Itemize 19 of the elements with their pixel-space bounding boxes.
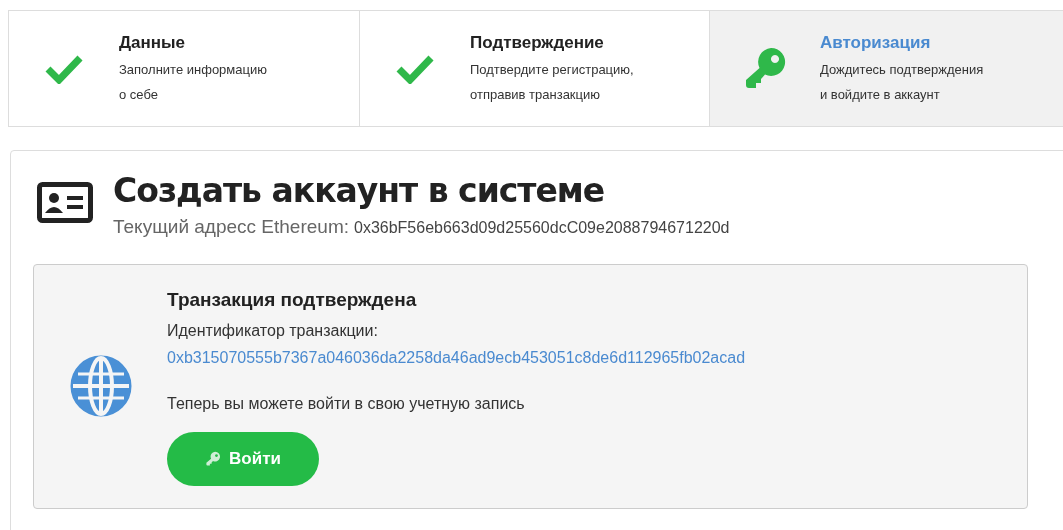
step-description: Подтвердите регистрацию, отправив транзакцию	[470, 61, 634, 105]
transaction-id-label: Идентификатор транзакции:	[167, 320, 379, 341]
checkmark-icon	[396, 53, 434, 84]
notice-title: Транзакция подтверждена	[167, 288, 418, 313]
checkmark-icon	[45, 53, 83, 84]
address-label: Текущий адресс Ethereum:	[113, 215, 349, 239]
globe-icon	[69, 355, 132, 417]
step-description: Заполните информацию о себе	[119, 61, 267, 105]
step-title: Данные	[119, 31, 187, 54]
key-icon	[205, 450, 222, 467]
login-message: Теперь вы можете войти в свою учетную запись	[167, 393, 526, 414]
step-title: Авторизация	[820, 31, 932, 54]
address-value: 0x36bF56eb663d09d25560dcC09e2088794671220d	[354, 218, 730, 238]
id-card-icon	[37, 182, 93, 226]
card-title: Создать аккаунт в системе	[113, 171, 606, 211]
login-button[interactable]: Войти	[167, 431, 319, 486]
step-title: Подтверждение	[470, 31, 605, 54]
step-description: Дождитесь подтверждения и войдите в аккаунт	[820, 61, 984, 105]
transaction-hash-link[interactable]: 0xb315070555b7367a046036da2258da46ad9ecb453051c8de6d112965fb02acad	[167, 345, 746, 370]
